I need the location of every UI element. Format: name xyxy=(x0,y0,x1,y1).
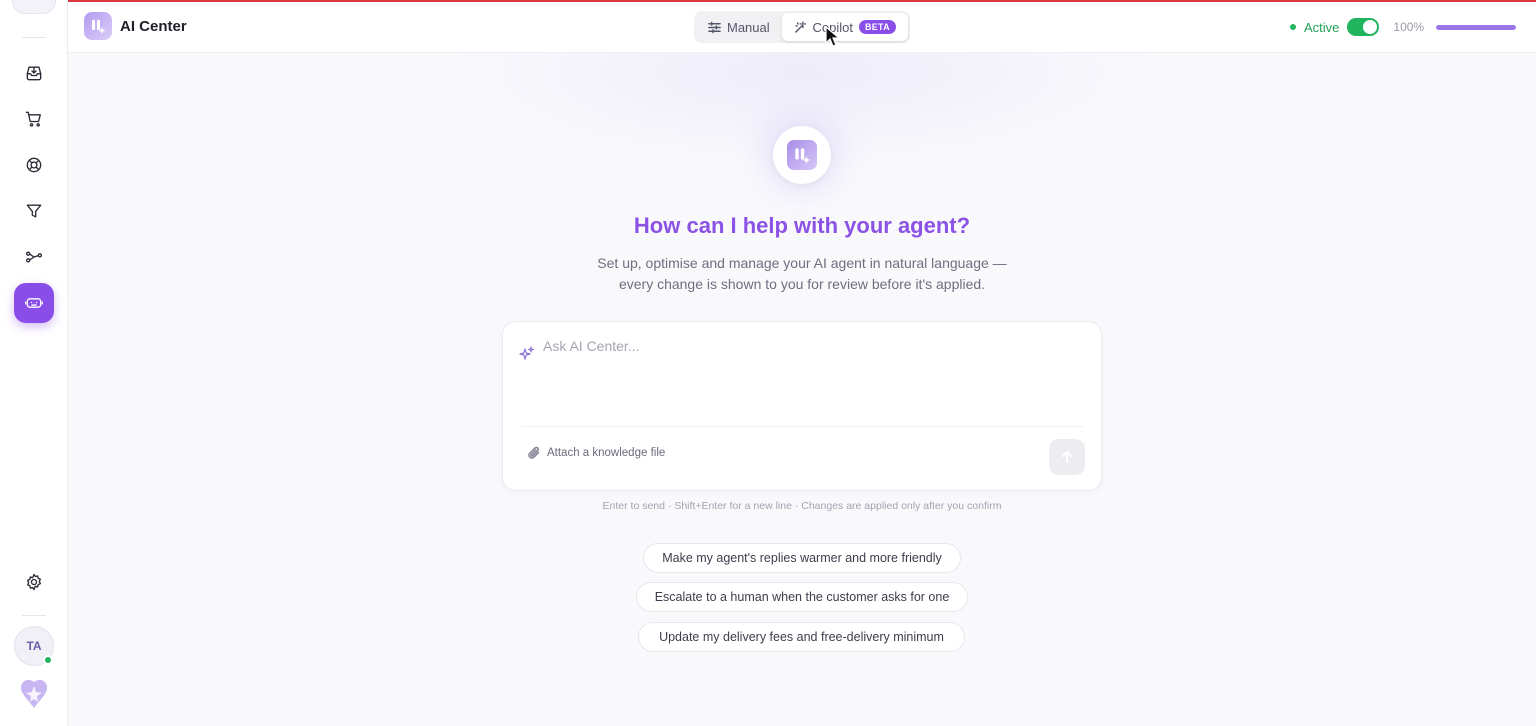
agent-active-toggle[interactable] xyxy=(1347,18,1380,36)
manual-mode-button[interactable]: Manual xyxy=(696,13,782,41)
lifebuoy-icon xyxy=(26,157,42,173)
attach-file-label: Attach a knowledge file xyxy=(547,447,666,459)
mode-switch: Manual Copilot BETA xyxy=(694,11,910,43)
suggestion-chip[interactable]: Make my agent's replies warmer and more … xyxy=(643,543,961,573)
hero-headline: How can I help with your agent? xyxy=(633,213,971,238)
completion-progress-bar xyxy=(1436,24,1517,30)
sparkle-icon xyxy=(519,346,534,360)
status-label: Active xyxy=(1304,19,1340,35)
manual-mode-label: Manual xyxy=(727,19,770,35)
sidebar-item-orders[interactable] xyxy=(14,99,54,139)
attach-file-button[interactable]: Attach a knowledge file xyxy=(527,446,665,460)
mouse-cursor-icon xyxy=(825,26,841,47)
app-logo-icon xyxy=(84,12,112,40)
agent-status: Active 100% xyxy=(1290,18,1517,36)
sidebar-divider xyxy=(22,615,46,616)
workspace-pill[interactable] xyxy=(12,0,56,14)
user-initials: TA xyxy=(26,639,42,653)
sidebar-item-integrations[interactable] xyxy=(14,237,54,277)
sidebar: TA xyxy=(0,0,68,726)
sidebar-item-filters[interactable] xyxy=(14,191,54,231)
completion-progress-fill xyxy=(1436,24,1517,30)
sidebar-item-support[interactable] xyxy=(14,145,54,185)
hero-subtitle-line2: every change is shown to you for review … xyxy=(618,276,986,292)
ai-center-logo-icon xyxy=(787,140,817,170)
completion-percent: 100% xyxy=(1393,20,1425,34)
arrow-up-icon xyxy=(1062,451,1072,463)
sidebar-item-inbox[interactable] xyxy=(14,53,54,93)
hero-subtitle: Set up, optimise and manage your AI agen… xyxy=(68,253,1536,295)
integrations-icon xyxy=(26,251,43,263)
app-title: AI Center xyxy=(120,18,187,35)
paperclip-icon xyxy=(528,446,540,459)
online-status-dot xyxy=(43,655,53,665)
copilot-mode-button[interactable]: Copilot BETA xyxy=(782,13,908,41)
composer-hint: Enter to send · Shift+Enter for a new li… xyxy=(602,500,1002,512)
prompt-composer: Attach a knowledge file xyxy=(502,321,1102,491)
gear-icon xyxy=(27,573,41,591)
copilot-main: How can I help with your agent? Set up, … xyxy=(68,53,1536,726)
beta-badge: BETA xyxy=(858,20,896,34)
ask-input[interactable] xyxy=(543,338,1083,398)
sidebar-item-ai-center[interactable] xyxy=(14,283,54,323)
hero-logo xyxy=(773,126,831,184)
cart-icon xyxy=(25,111,41,127)
suggestion-chip[interactable]: Escalate to a human when the customer as… xyxy=(636,582,968,612)
ai-bot-icon xyxy=(25,298,43,308)
top-header: AI Center Manual Copilot BETA Active 100… xyxy=(68,2,1536,53)
inbox-icon xyxy=(26,66,42,81)
brand-logo-icon[interactable] xyxy=(16,678,52,710)
send-button[interactable] xyxy=(1049,439,1085,475)
hero-subtitle-line1: Set up, optimise and manage your AI agen… xyxy=(597,255,1007,271)
sidebar-divider xyxy=(22,37,46,38)
suggestion-chip[interactable]: Update my delivery fees and free-deliver… xyxy=(638,622,965,652)
sidebar-item-settings[interactable] xyxy=(14,562,54,602)
filter-icon xyxy=(26,204,42,218)
magic-wand-icon xyxy=(795,20,807,33)
composer-divider xyxy=(521,426,1083,427)
status-dot xyxy=(1290,24,1296,30)
sliders-icon xyxy=(708,21,721,33)
